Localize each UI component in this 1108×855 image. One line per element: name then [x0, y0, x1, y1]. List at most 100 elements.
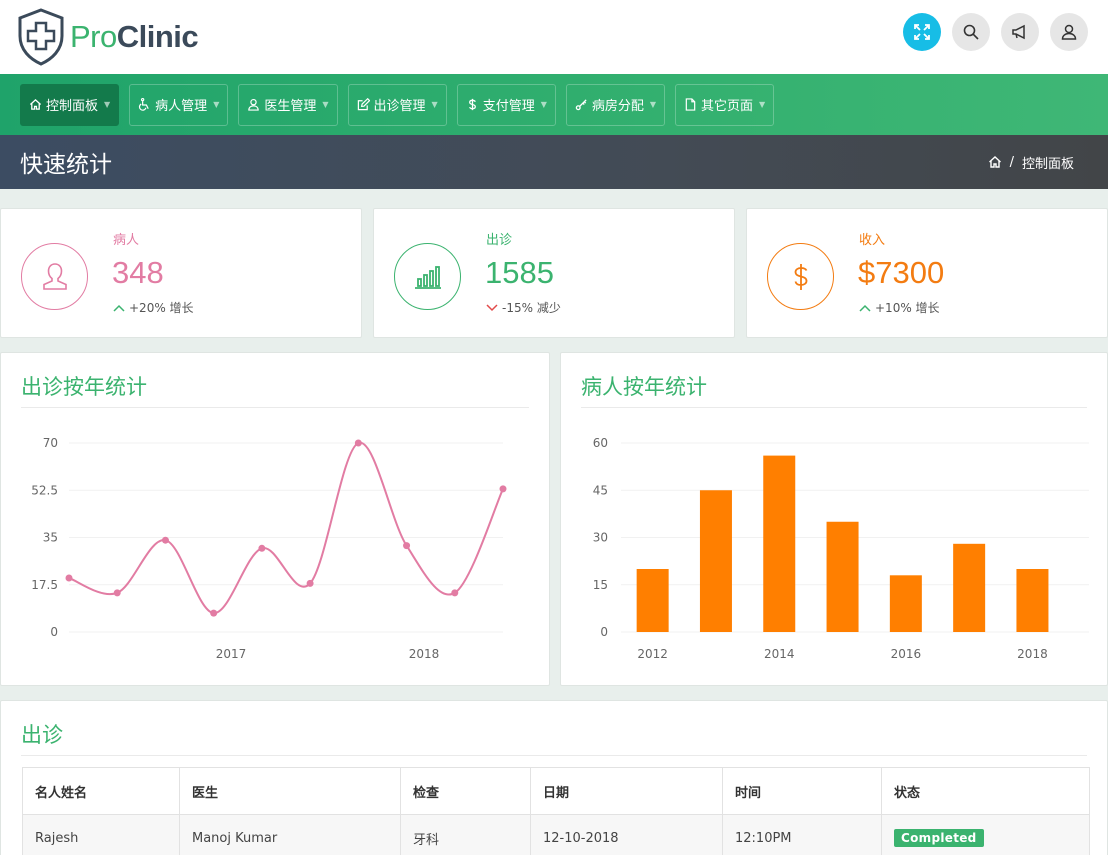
table-row[interactable]: Rajesh Manoj Kumar 牙科 12-10-2018 12:10PM… [22, 814, 1090, 855]
chevron-up-icon [859, 304, 871, 312]
dollar-icon [468, 98, 476, 111]
bar [699, 490, 732, 632]
divider [21, 407, 529, 408]
stat-change: +10% 增长 [859, 299, 940, 316]
user-menu-button[interactable] [1050, 13, 1088, 51]
data-point [161, 536, 169, 544]
user-icon [1061, 24, 1077, 40]
visits-table: 名人姓名 医生 检查 日期 时间 状态 Rajesh Manoj Kumar 牙… [22, 767, 1090, 855]
nav-doctors[interactable]: 医生管理 ▼ [238, 83, 338, 126]
column-header[interactable]: 日期 [530, 767, 723, 815]
patients-bar-chart: 0 15 30 45 60 2012 2014 2016 2018 [593, 436, 1089, 661]
x-tick-label: 2018 [1017, 647, 1048, 661]
chevron-down-icon: ▼ [759, 100, 766, 109]
brand-name: ProClinic [70, 19, 199, 54]
chevron-down-icon: ▼ [104, 100, 111, 109]
stat-change: +20% 增长 [113, 299, 194, 316]
data-point [210, 609, 218, 617]
bar [763, 455, 796, 632]
main-nav: 控制面板 ▼ 病人管理 ▼ 医生管理 ▼ 出诊管理 ▼ 支付管理 ▼ 病房分配 ▼ 其它页面… [0, 74, 1108, 135]
dollar-icon [794, 263, 807, 290]
chevron-up-icon [113, 304, 125, 312]
x-tick-label: 2014 [764, 647, 795, 661]
search-icon [963, 24, 979, 40]
stat-label: 病人 [113, 233, 140, 248]
announcement-button[interactable] [1001, 13, 1039, 51]
data-point [113, 589, 121, 597]
chevron-down-icon: ▼ [322, 100, 329, 109]
breadcrumb-current: 控制面板 [1021, 156, 1074, 172]
chevron-down-icon [486, 303, 498, 311]
bar [826, 521, 859, 632]
user-icon [42, 262, 67, 290]
y-tick-label: 70 [43, 436, 58, 450]
stat-value: $7300 [858, 255, 945, 290]
bar [953, 543, 986, 632]
data-point [258, 544, 266, 552]
key-icon [575, 99, 587, 111]
chevron-down-icon: ▼ [431, 100, 438, 109]
divider [581, 407, 1087, 408]
bar [636, 569, 669, 632]
data-point [499, 485, 507, 493]
chart-title: 出诊按年统计 [21, 375, 147, 399]
user-icon [248, 98, 260, 111]
nav-payments[interactable]: 支付管理 ▼ [456, 83, 556, 126]
x-tick-label: 2012 [637, 647, 668, 661]
data-point [354, 439, 362, 447]
wheelchair-icon [139, 98, 149, 111]
chart-title: 病人按年统计 [581, 375, 707, 399]
fullscreen-button[interactable] [903, 13, 941, 51]
nav-patients[interactable]: 病人管理 ▼ [129, 83, 229, 126]
divider [21, 755, 1087, 756]
y-tick-label: 30 [593, 531, 608, 545]
column-header[interactable]: 状态 [881, 767, 1090, 815]
stat-card-patients: 病人 348 +20% 增长 [0, 208, 362, 338]
chevron-down-icon: ▼ [540, 100, 547, 109]
data-point [403, 542, 411, 550]
x-tick-label: 2017 [216, 647, 247, 661]
search-button[interactable] [952, 13, 990, 51]
visits-line-chart: 0 17.5 35 52.5 70 2017 2018 [31, 436, 507, 661]
breadcrumb-separator: / [1009, 154, 1014, 170]
nav-visits[interactable]: 出诊管理 ▼ [347, 83, 447, 126]
column-header[interactable]: 时间 [722, 767, 882, 815]
nav-wards[interactable]: 病房分配 ▼ [565, 83, 666, 126]
bar-chart-icon [414, 265, 441, 289]
file-icon [685, 98, 696, 111]
data-point [65, 574, 73, 582]
cell-status: Completed [881, 814, 1090, 855]
cell-doctor: Manoj Kumar [179, 814, 401, 855]
page-title: 快速统计 [20, 152, 112, 178]
stat-change: -15% 减少 [486, 299, 561, 316]
y-tick-label: 0 [600, 625, 608, 639]
bar [889, 575, 922, 632]
data-point [451, 589, 459, 597]
chevron-down-icon: ▼ [649, 100, 657, 109]
table-title: 出诊 [21, 723, 63, 747]
chevron-down-icon: ▼ [213, 100, 220, 109]
top-header: ProClinic [0, 0, 1108, 74]
bar [1016, 569, 1049, 632]
stat-value: 1585 [485, 255, 554, 290]
table-header-row: 名人姓名 医生 检查 日期 时间 状态 [22, 767, 1090, 815]
nav-other-pages[interactable]: 其它页面 ▼ [675, 83, 775, 126]
x-tick-label: 2016 [891, 647, 922, 661]
stat-card-revenue: 收入 $7300 +10% 增长 [746, 208, 1108, 338]
page-header: 快速统计 / 控制面板 [0, 135, 1108, 189]
cell-date: 12-10-2018 [530, 814, 723, 855]
home-icon[interactable] [988, 155, 1002, 169]
series-line [68, 441, 504, 615]
column-header[interactable]: 检查 [400, 767, 531, 815]
stat-label: 出诊 [486, 233, 513, 248]
cell-time: 12:10PM [722, 814, 882, 855]
y-tick-label: 15 [593, 578, 608, 592]
nav-dashboard[interactable]: 控制面板 ▼ [20, 83, 120, 126]
column-header[interactable]: 名人姓名 [22, 767, 180, 815]
visits-table-panel: 出诊 名人姓名 医生 检查 日期 时间 状态 Rajesh Manoj Kuma… [0, 700, 1108, 855]
column-header[interactable]: 医生 [179, 767, 401, 815]
brand-logo[interactable]: ProClinic [16, 8, 199, 66]
stat-value: 348 [112, 255, 164, 290]
y-tick-label: 60 [593, 436, 608, 450]
cell-name: Rajesh [22, 814, 180, 855]
